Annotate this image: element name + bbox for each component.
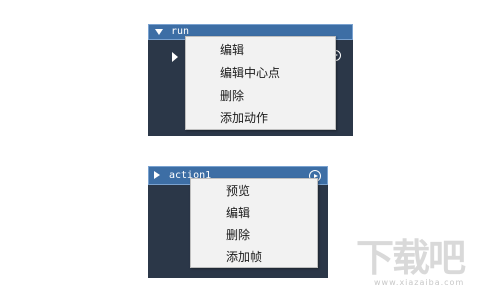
menu-item-edit[interactable]: 编辑 xyxy=(191,202,317,224)
site-watermark: 下载吧 www.xiazaiba.com xyxy=(356,238,486,288)
menu-item-add-frame[interactable]: 添加帧 xyxy=(191,246,317,268)
menu-item-edit-center[interactable]: 编辑中心点 xyxy=(186,62,335,84)
watermark-logo-text: 下载吧 xyxy=(356,236,466,280)
triangle-right-icon[interactable] xyxy=(172,52,178,62)
menu-item-delete[interactable]: 删除 xyxy=(186,85,335,107)
triangle-right-icon[interactable] xyxy=(154,171,160,179)
triangle-down-icon[interactable] xyxy=(155,29,163,35)
screenshot-stage: run 编辑 编辑中心点 删除 添加动作 action1 预览 编辑 删除 添加… xyxy=(0,0,491,292)
menu-item-add-action[interactable]: 添加动作 xyxy=(186,107,335,129)
watermark-url: www.xiazaiba.com xyxy=(374,278,465,287)
menu-item-delete[interactable]: 删除 xyxy=(191,224,317,246)
menu-item-preview[interactable]: 预览 xyxy=(191,180,317,202)
context-menu-run: 编辑 编辑中心点 删除 添加动作 xyxy=(185,36,336,130)
menu-item-edit[interactable]: 编辑 xyxy=(186,39,335,61)
context-menu-action1: 预览 编辑 删除 添加帧 xyxy=(190,178,318,268)
